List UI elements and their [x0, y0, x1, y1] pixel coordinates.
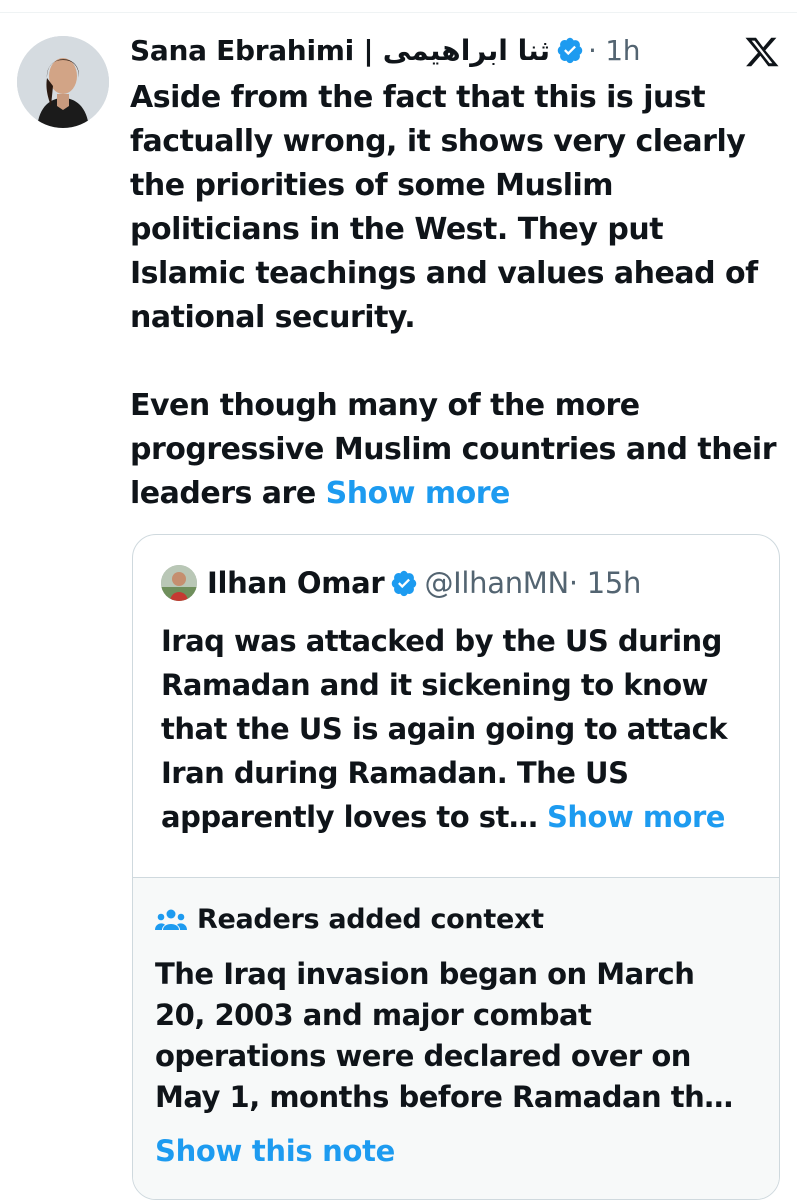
- quoted-tweet-text: Iraq was attacked by the US during Ramad…: [161, 619, 771, 839]
- x-logo-icon[interactable]: [744, 34, 780, 70]
- tweet-line: the priorities of some Muslim: [130, 168, 614, 203]
- tweet-line: Islamic teachings and values ahead of: [130, 256, 758, 291]
- people-icon: [155, 906, 187, 934]
- quoted-line: that the US is again going to attack: [161, 712, 728, 746]
- tweet-line: politicians in the West. They put: [130, 212, 664, 247]
- avatar-image: [17, 36, 109, 128]
- community-note[interactable]: Readers added context The Iraq invasion …: [133, 877, 779, 1199]
- community-note-text: The Iraq invasion began on March 20, 200…: [155, 954, 765, 1118]
- tweet-line: progressive Muslim countries and their: [130, 432, 777, 467]
- verified-badge-icon: [556, 36, 584, 64]
- quoted-line: Iran during Ramadan. The US: [161, 756, 629, 790]
- tweet-line-text: leaders are: [130, 476, 316, 511]
- community-note-header: Readers added context: [155, 904, 544, 935]
- tweet-line: Even though many of the more: [130, 388, 640, 423]
- quoted-show-more-link[interactable]: Show more: [547, 800, 725, 834]
- quoted-line-text: apparently loves to st…: [161, 800, 538, 834]
- quoted-author-name[interactable]: Ilhan Omar: [207, 566, 385, 600]
- quoted-line: Iraq was attacked by the US during: [161, 624, 722, 658]
- verified-badge-icon: [390, 569, 418, 597]
- note-line: operations were declared over on: [155, 1039, 691, 1073]
- tweet-line-last: leaders are Show more: [130, 472, 790, 516]
- note-line: May 1, months before Ramadan th…: [155, 1080, 733, 1114]
- community-note-title: Readers added context: [197, 904, 544, 935]
- top-divider: [0, 12, 797, 13]
- show-note-link[interactable]: Show this note: [155, 1134, 395, 1168]
- quoted-tweet-header: Ilhan Omar @IlhanMN · 15h: [161, 563, 641, 603]
- note-line: 20, 2003 and major combat: [155, 998, 592, 1032]
- quoted-line-last: apparently loves to st… Show more: [161, 795, 771, 839]
- tweet-line: national security.: [130, 300, 416, 335]
- quoted-line: Ramadan and it sickening to know: [161, 668, 708, 702]
- tweet-line: Aside from the fact that this is just: [130, 80, 706, 115]
- quoted-author-handle[interactable]: @IlhanMN: [424, 566, 569, 600]
- quoted-avatar-image: [161, 565, 197, 601]
- quoted-tweet-time[interactable]: · 15h: [569, 566, 642, 600]
- quoted-tweet-card[interactable]: Ilhan Omar @IlhanMN · 15h Iraq was attac…: [132, 534, 780, 1200]
- author-name[interactable]: Sana Ebrahimi | ثنا ابراهیمی: [130, 34, 550, 67]
- note-line: The Iraq invasion began on March: [155, 957, 695, 991]
- quoted-author-avatar[interactable]: [161, 565, 197, 601]
- author-avatar[interactable]: [17, 36, 109, 128]
- tweet-line: factually wrong, it shows very clearly: [130, 124, 746, 159]
- show-more-link[interactable]: Show more: [326, 476, 511, 511]
- tweet-time[interactable]: · 1h: [588, 34, 640, 67]
- tweet-text: Aside from the fact that this is just fa…: [130, 76, 790, 516]
- tweet-header: Sana Ebrahimi | ثنا ابراهیمی · 1h: [130, 30, 641, 70]
